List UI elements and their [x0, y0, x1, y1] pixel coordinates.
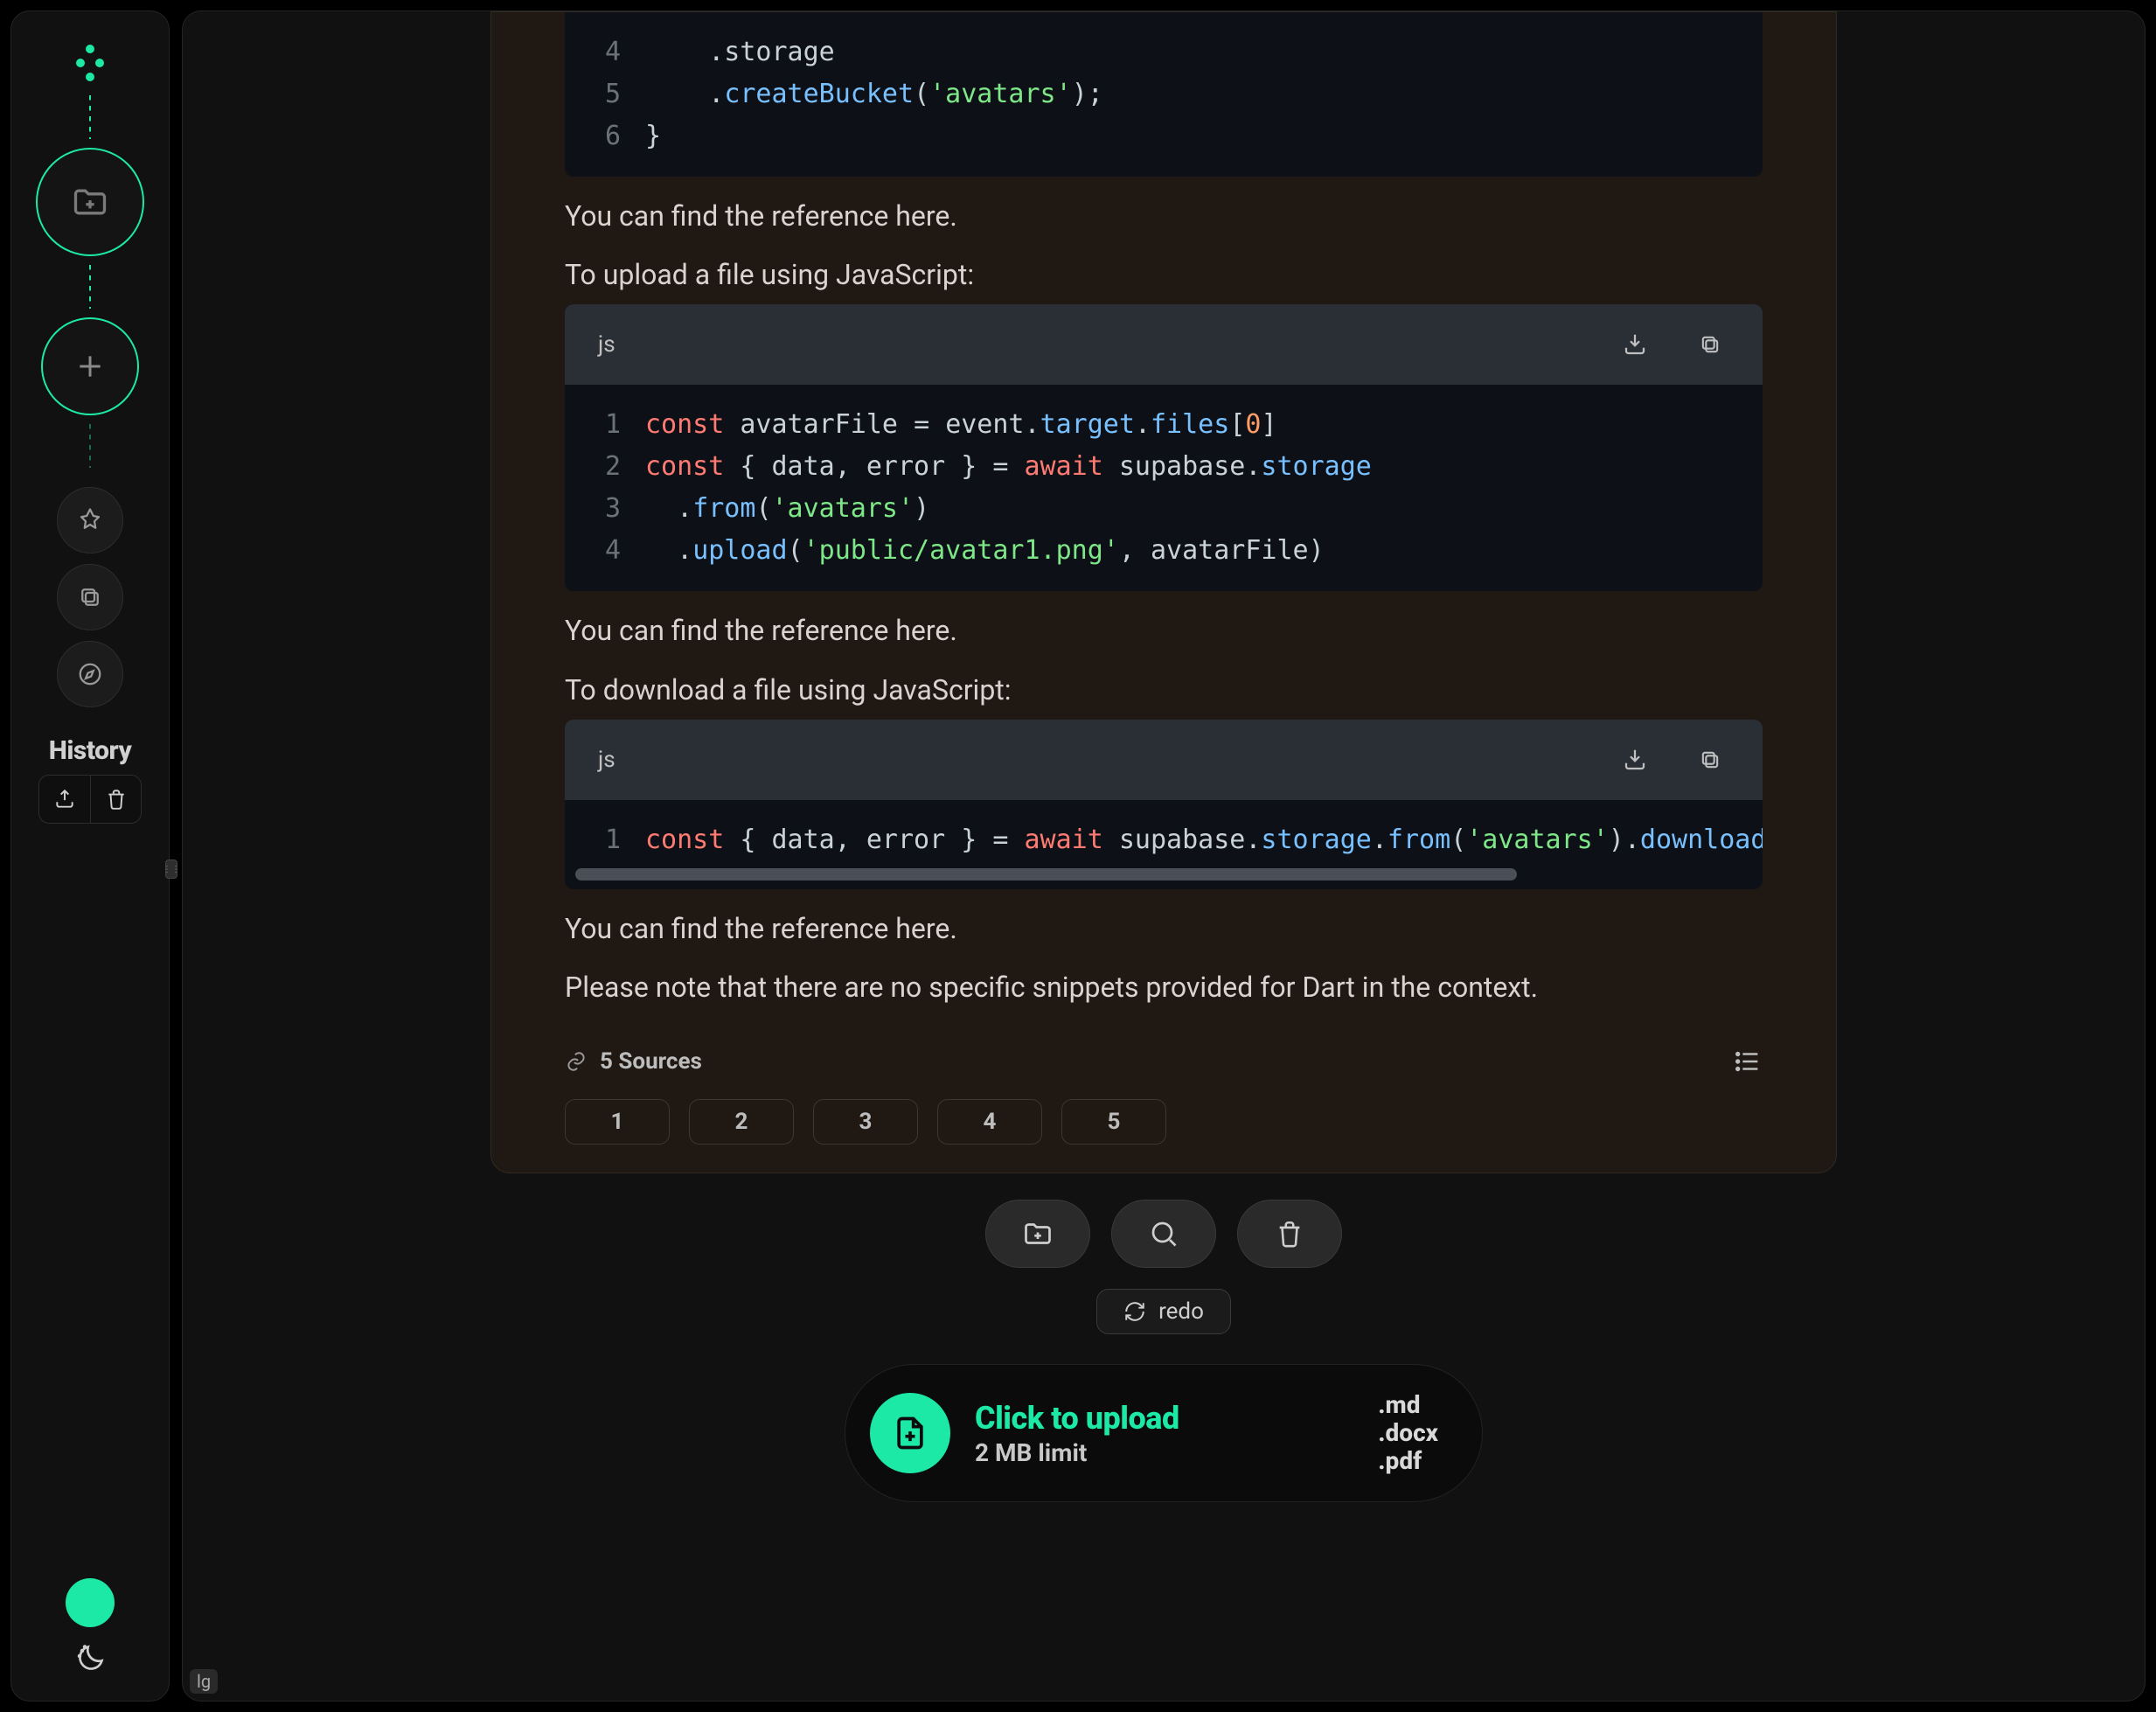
app-logo [76, 45, 104, 81]
history-delete-button[interactable] [90, 776, 141, 823]
code-header: js [565, 304, 1763, 385]
source-pill[interactable]: 4 [937, 1099, 1042, 1145]
folder-plus-icon [71, 183, 109, 221]
new-folder-button[interactable] [36, 148, 144, 256]
code-block: js 1const avatarFile = event.target.file… [565, 304, 1763, 591]
download-intro-text: To download a file using JavaScript: [565, 672, 1763, 709]
horizontal-scrollbar[interactable] [575, 868, 1752, 880]
code-block: 4 .storage 5 .createBucket('avatars'); 6… [565, 12, 1763, 177]
upload-dropzone[interactable]: Click to upload 2 MB limit .md .docx .pd… [845, 1364, 1483, 1502]
explore-button[interactable] [57, 641, 123, 707]
upload-icon [53, 788, 76, 811]
connector-line [89, 265, 91, 309]
reference-text: You can find the reference here. [565, 910, 1763, 948]
assistant-message: 4 .storage 5 .createBucket('avatars'); 6… [490, 11, 1837, 1173]
search-button[interactable] [1111, 1200, 1216, 1268]
source-pill[interactable]: 1 [565, 1099, 670, 1145]
copy-icon [1698, 748, 1722, 772]
sidebar-drag-handle[interactable]: ⋮⋮ [165, 859, 177, 879]
copy-icon [77, 584, 103, 610]
code-lang-label: js [598, 747, 616, 773]
redo-button[interactable]: redo [1096, 1289, 1231, 1334]
plus-icon [73, 349, 108, 384]
line-number: 1 [565, 819, 645, 861]
copy-icon [1698, 332, 1722, 357]
sources-row: 5 Sources [565, 1047, 1763, 1076]
download-icon [1622, 747, 1648, 773]
source-pill[interactable]: 3 [813, 1099, 918, 1145]
line-number: 5 [565, 73, 645, 115]
list-icon [1733, 1047, 1763, 1076]
file-plus-icon [891, 1414, 929, 1452]
upload-title: Click to upload [975, 1400, 1179, 1437]
code-block: js 1const { data, error } = await supaba… [565, 720, 1763, 889]
line-number: 2 [565, 446, 645, 488]
theme-toggle[interactable] [74, 1643, 106, 1674]
line-number: 6 [565, 115, 645, 157]
breakpoint-badge: lg [190, 1669, 218, 1694]
download-icon [1622, 331, 1648, 358]
history-export-button[interactable] [39, 776, 90, 823]
history-heading: History [49, 735, 132, 766]
redo-label: redo [1158, 1298, 1204, 1325]
reference-text: You can find the reference here. [565, 198, 1763, 235]
sources-label[interactable]: 5 Sources [565, 1048, 702, 1075]
upload-intro-text: To upload a file using JavaScript: [565, 256, 1763, 294]
status-indicator[interactable] [66, 1578, 115, 1627]
attach-folder-button[interactable] [985, 1200, 1090, 1268]
code-body: 1const avatarFile = event.target.files[0… [565, 385, 1763, 591]
pin-button[interactable] [57, 487, 123, 553]
line-number: 4 [565, 31, 645, 73]
sidebar: History ⋮⋮ [10, 10, 170, 1702]
code-body: 1const { data, error } = await supabase.… [565, 800, 1763, 868]
moon-icon [74, 1643, 106, 1674]
history-actions [38, 775, 142, 824]
line-number: 3 [565, 488, 645, 530]
sources-list-toggle[interactable] [1733, 1047, 1763, 1076]
copy-button[interactable] [57, 564, 123, 630]
main-panel: 4 .storage 5 .createBucket('avatars'); 6… [182, 10, 2146, 1702]
source-page-row: 1 2 3 4 5 [565, 1099, 1763, 1145]
folder-plus-icon [1022, 1218, 1054, 1249]
code-lang-label: js [598, 331, 616, 358]
code-download-button[interactable] [1616, 741, 1654, 779]
connector-line [89, 424, 91, 468]
new-chat-button[interactable] [41, 317, 139, 415]
code-copy-button[interactable] [1691, 325, 1729, 364]
message-actions [985, 1200, 1342, 1268]
upload-subtitle: 2 MB limit [975, 1438, 1179, 1467]
upload-extensions: .md .docx .pdf [1378, 1391, 1438, 1476]
code-download-button[interactable] [1616, 325, 1654, 364]
compass-icon [77, 661, 103, 687]
connector-line [89, 95, 91, 139]
code-body: 4 .storage 5 .createBucket('avatars'); 6… [565, 12, 1763, 177]
source-pill[interactable]: 5 [1061, 1099, 1166, 1145]
link-icon [565, 1050, 588, 1073]
search-icon [1148, 1218, 1179, 1249]
reference-text: You can find the reference here. [565, 612, 1763, 650]
code-copy-button[interactable] [1691, 741, 1729, 779]
code-header: js [565, 720, 1763, 800]
refresh-icon [1123, 1300, 1146, 1323]
delete-button[interactable] [1237, 1200, 1342, 1268]
source-pill[interactable]: 2 [689, 1099, 794, 1145]
trash-icon [105, 788, 128, 811]
sources-count: 5 Sources [600, 1048, 702, 1075]
line-number: 1 [565, 404, 645, 446]
line-number: 4 [565, 530, 645, 572]
trash-icon [1275, 1219, 1304, 1249]
upload-icon-circle [870, 1393, 950, 1473]
pin-icon [77, 507, 103, 533]
dart-note-text: Please note that there are no specific s… [565, 969, 1763, 1006]
scrollbar-thumb[interactable] [575, 868, 1517, 880]
